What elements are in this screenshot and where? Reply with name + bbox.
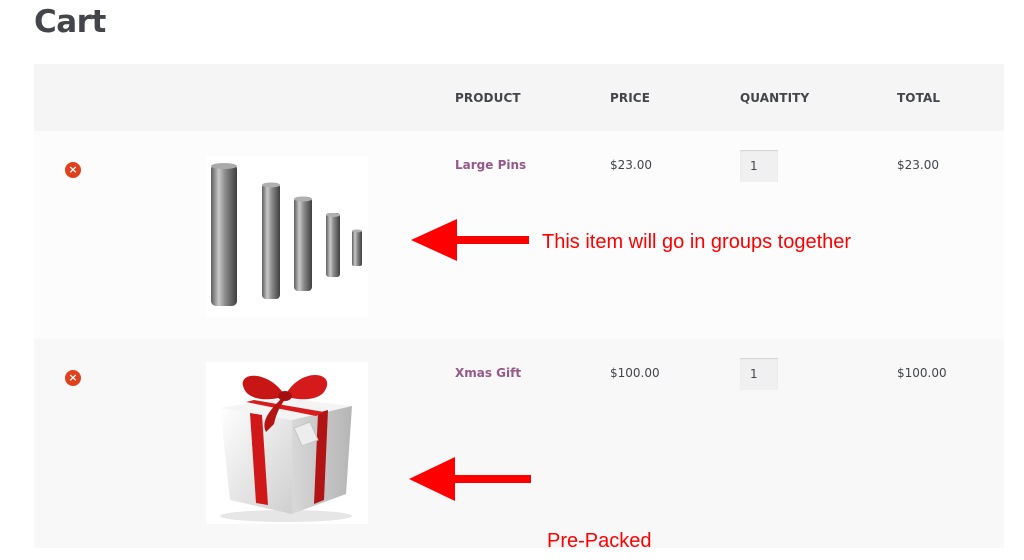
product-price: $100.00: [610, 366, 660, 380]
product-thumbnail-large-pins[interactable]: [206, 156, 368, 318]
annotation-pre-packed: Pre-Packed: [547, 530, 652, 552]
product-price: $23.00: [610, 158, 652, 172]
arrow-left-icon: [409, 457, 531, 501]
product-link-xmas-gift[interactable]: Xmas Gift: [455, 366, 521, 380]
page-title: Cart: [34, 4, 106, 40]
table-row: ×: [34, 339, 1004, 552]
pins-image: [211, 163, 362, 306]
header-quantity: QUANTITY: [740, 91, 810, 105]
remove-x-icon[interactable]: ×: [65, 370, 81, 386]
product-thumbnail-xmas-gift[interactable]: [206, 362, 368, 524]
table-row: ×: [34, 131, 1004, 339]
header-total: TOTAL: [897, 91, 941, 105]
header-product: PRODUCT: [455, 91, 521, 105]
cart-table: PRODUCT PRICE QUANTITY TOTAL × Large Pin…: [34, 64, 1004, 552]
quantity-input[interactable]: [740, 150, 778, 182]
header-price: PRICE: [610, 91, 651, 105]
table-header: PRODUCT PRICE QUANTITY TOTAL: [34, 64, 1004, 131]
product-link-large-pins[interactable]: Large Pins: [455, 158, 526, 172]
gift-box-image: [220, 374, 352, 522]
remove-x-icon[interactable]: ×: [65, 162, 81, 178]
annotation-grouping: This item will go in groups together: [542, 231, 852, 253]
arrow-left-icon: [411, 219, 529, 261]
quantity-input[interactable]: [740, 358, 778, 390]
line-total: $23.00: [897, 158, 939, 172]
line-total: $100.00: [897, 366, 947, 380]
